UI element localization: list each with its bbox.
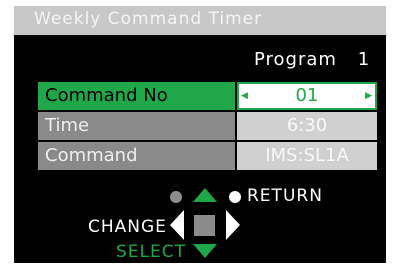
command-no-label: Command No: [38, 82, 235, 110]
change-label: CHANGE: [88, 217, 167, 237]
navigation-guide: RETURN CHANGE SELECT: [14, 178, 386, 263]
screen-title: Weekly Command Timer: [34, 9, 263, 29]
right-arrow-icon[interactable]: [226, 210, 240, 240]
osd-screen: Weekly Command Timer Program 1 Command N…: [14, 6, 386, 263]
program-number: 1: [357, 49, 371, 70]
left-arrow-icon[interactable]: [170, 210, 184, 240]
up-arrow-icon[interactable]: [193, 188, 217, 202]
down-arrow-icon[interactable]: [193, 244, 217, 258]
command-no-row[interactable]: Command No ◀ 01 ▶: [38, 82, 377, 110]
command-row[interactable]: Command IMS:SL1A: [38, 142, 377, 170]
time-label: Time: [38, 112, 235, 140]
time-row[interactable]: Time 6:30: [38, 112, 377, 140]
program-indicator: Program 1: [254, 49, 370, 70]
command-no-value: 01: [295, 85, 319, 106]
enter-button-icon[interactable]: [194, 215, 215, 236]
caret-right-icon[interactable]: ▶: [365, 84, 372, 108]
return-button-icon[interactable]: [229, 191, 241, 203]
grey-dot-icon: [170, 191, 182, 203]
command-label: Command: [38, 142, 235, 170]
caret-left-icon[interactable]: ◀: [241, 84, 248, 108]
select-label: SELECT: [116, 242, 186, 262]
title-bar: Weekly Command Timer: [14, 6, 386, 35]
command-no-value-selector[interactable]: ◀ 01 ▶: [237, 82, 377, 110]
time-value: 6:30: [237, 112, 377, 140]
program-label: Program: [254, 49, 337, 70]
return-label: RETURN: [247, 186, 323, 206]
command-value: IMS:SL1A: [237, 142, 377, 170]
